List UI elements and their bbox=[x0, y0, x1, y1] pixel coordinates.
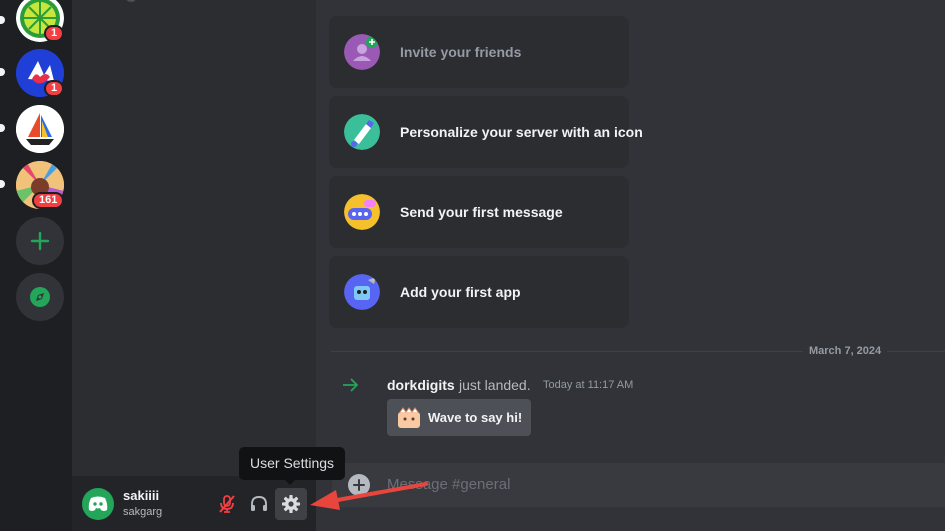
deafen-button[interactable] bbox=[243, 488, 275, 520]
server-icon-boat[interactable] bbox=[16, 105, 64, 153]
discord-logo-icon bbox=[88, 496, 108, 511]
headphones-icon bbox=[251, 496, 267, 511]
plus-icon bbox=[30, 231, 50, 251]
unread-indicator bbox=[0, 16, 5, 24]
message-timestamp: Today at 11:17 AM bbox=[543, 379, 634, 391]
join-arrow-icon bbox=[343, 378, 359, 392]
channel-icon bbox=[126, 0, 136, 2]
mention-badge: 161 bbox=[32, 192, 65, 209]
system-message-text: just landed. bbox=[459, 377, 531, 393]
mute-button[interactable] bbox=[211, 488, 243, 520]
user-tag: sakgarg bbox=[123, 506, 163, 518]
explore-servers-button[interactable] bbox=[16, 273, 64, 321]
message-author[interactable]: dorkdigits bbox=[387, 377, 455, 393]
sailboat-icon bbox=[16, 105, 64, 153]
paint-brush-icon bbox=[344, 114, 380, 150]
mention-badge: 1 bbox=[44, 25, 65, 42]
card-label: Personalize your server with an icon bbox=[400, 124, 643, 140]
gear-icon bbox=[282, 495, 300, 513]
add-first-app-card[interactable]: Add your first app bbox=[329, 256, 629, 328]
personalize-server-card[interactable]: Personalize your server with an icon bbox=[329, 96, 643, 168]
user-settings-button[interactable] bbox=[275, 488, 307, 520]
app-robot-icon bbox=[344, 274, 380, 310]
muted-mic-icon bbox=[219, 495, 235, 513]
channel-sidebar bbox=[72, 0, 316, 476]
send-first-message-card[interactable]: Send your first message bbox=[329, 176, 629, 248]
user-panel: sakiiii sakgarg bbox=[72, 476, 316, 531]
invite-icon bbox=[344, 34, 380, 70]
wave-button-label: Wave to say hi! bbox=[428, 410, 523, 425]
card-label: Invite your friends bbox=[400, 44, 522, 60]
unread-indicator bbox=[0, 124, 5, 132]
card-label: Send your first message bbox=[400, 204, 563, 220]
divider-date: March 7, 2024 bbox=[803, 345, 888, 357]
card-label: Add your first app bbox=[400, 284, 521, 300]
username: sakiiii bbox=[123, 488, 160, 503]
avatar[interactable] bbox=[82, 488, 114, 520]
unread-indicator bbox=[0, 180, 5, 188]
chat-bubble-icon bbox=[344, 194, 380, 230]
annotation-arrow-icon bbox=[310, 482, 428, 510]
server-rail: 1 1 161 bbox=[0, 0, 72, 531]
wave-button[interactable]: Wave to say hi! bbox=[387, 399, 531, 436]
invite-friends-card[interactable]: Invite your friends bbox=[329, 16, 629, 88]
unread-indicator bbox=[0, 68, 5, 76]
add-server-button[interactable] bbox=[16, 217, 64, 265]
mention-badge: 1 bbox=[44, 80, 65, 97]
compass-icon bbox=[30, 287, 50, 307]
wave-sticker-icon bbox=[398, 406, 420, 428]
